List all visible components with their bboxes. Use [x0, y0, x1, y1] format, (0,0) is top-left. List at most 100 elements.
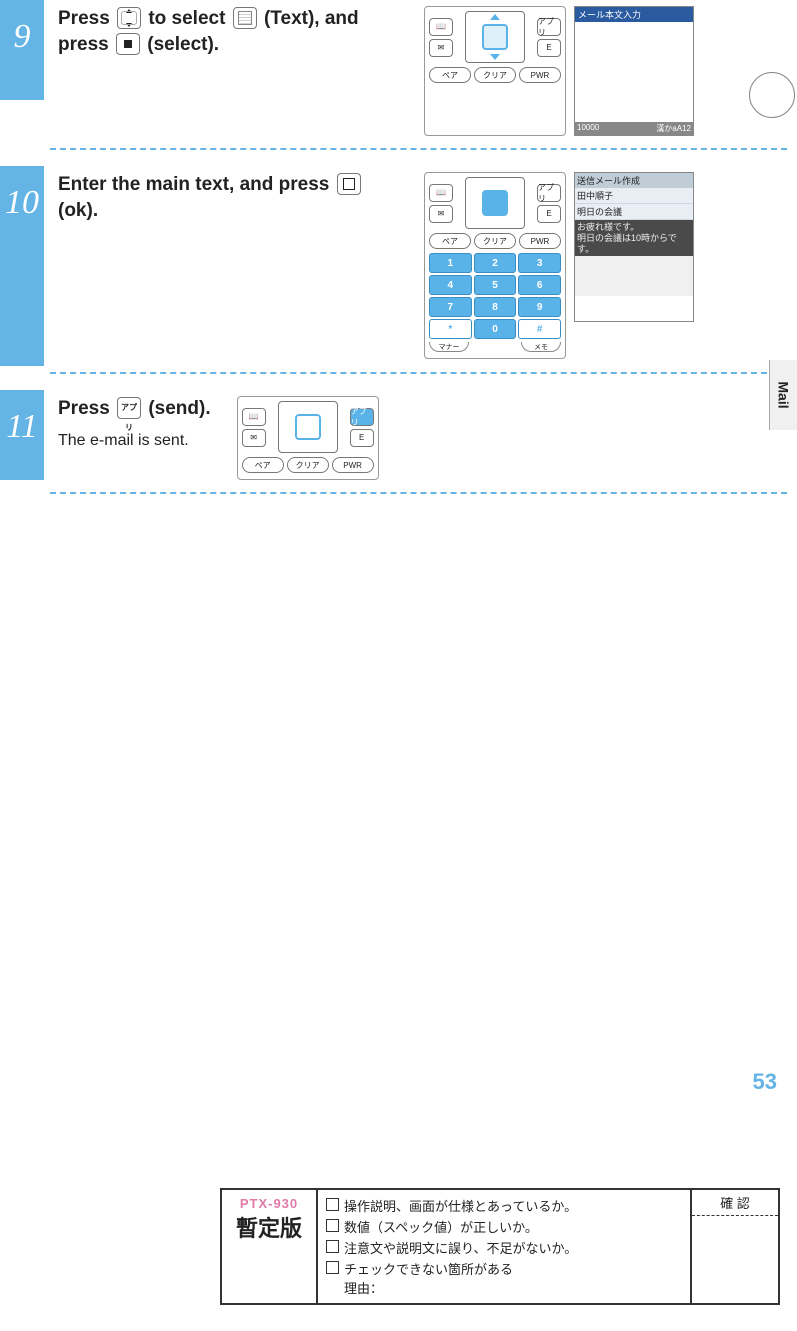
- checklist-item: 注意文や説明文に誤り、不足がないか。: [326, 1238, 682, 1257]
- screen-to: 田中順子: [575, 188, 693, 204]
- txt: (select).: [147, 34, 219, 55]
- checklist-item: 数値（スペック値）が正しいか。: [326, 1217, 682, 1236]
- app-icon: アプリ: [537, 184, 561, 202]
- key-0: 0: [474, 319, 517, 339]
- callout-circle: [749, 72, 795, 118]
- book-icon: 📖: [429, 184, 453, 202]
- phone-screen-10: 送信メール作成 田中順子 明日の会議 お疲れ様です。 明日の会議は10時からです…: [574, 172, 694, 322]
- book-icon: 📖: [242, 408, 266, 426]
- key-hash: #: [518, 319, 561, 339]
- step-9-text: Press to select (Text), and press (selec…: [58, 6, 398, 57]
- step-10: 10 Enter the main text, and press (ok). …: [0, 166, 797, 366]
- pair-key: ペア: [242, 457, 284, 473]
- checklist-label: 操作説明、画面が仕様とあっているか。: [344, 1196, 577, 1215]
- mail-icon: ✉: [429, 205, 453, 223]
- screen-header: 送信メール作成: [575, 173, 693, 188]
- step-number: 10: [0, 166, 44, 366]
- memo-key: メモ: [521, 342, 561, 352]
- step-number: 11: [0, 390, 44, 480]
- mail-icon: ✉: [429, 39, 453, 57]
- key-2: 2: [474, 253, 517, 273]
- step-11-sub: The e-mail is sent.: [58, 432, 211, 450]
- app-icon: アプリ: [537, 18, 561, 36]
- step-separator: [50, 372, 787, 374]
- phone-diagram-10: 📖 ✉ アプリ E ペア: [424, 172, 566, 359]
- step-11: 11 Press アプリ (send). The e-mail is sent.: [0, 390, 797, 486]
- screen-subject: 明日の会議: [575, 204, 693, 220]
- checklist-item: 操作説明、画面が仕様とあっているか。: [326, 1196, 682, 1215]
- select-square-icon: [116, 33, 140, 55]
- model-code: PTX-930: [228, 1196, 310, 1211]
- dpad-up-down-icon: [117, 7, 141, 29]
- e-icon: E: [350, 429, 374, 447]
- phone-diagram-11: 📖 ✉ アプリ E ペア: [237, 396, 379, 480]
- mail-icon: ✉: [242, 429, 266, 447]
- pwr-key: PWR: [519, 67, 561, 83]
- key-1: 1: [429, 253, 472, 273]
- pair-key: ペア: [429, 67, 471, 83]
- key-7: 7: [429, 297, 472, 317]
- side-tab-label: Mail: [776, 381, 792, 408]
- review-box: PTX-930 暫定版 操作説明、画面が仕様とあっているか。 数値（スペック値）…: [220, 1188, 780, 1305]
- confirm-header: 確 認: [692, 1190, 778, 1216]
- checklist-label: チェックできない箇所がある 理由：: [344, 1259, 513, 1297]
- pwr-key: PWR: [519, 233, 561, 249]
- side-tab: Mail: [769, 360, 797, 430]
- pwr-key: PWR: [332, 457, 374, 473]
- clear-key: クリア: [474, 67, 516, 83]
- phone-diagram-9: 📖 ✉ アプリ E: [424, 6, 566, 136]
- step-number: 9: [0, 0, 44, 100]
- book-icon: 📖: [429, 18, 453, 36]
- step-11-text: Press アプリ (send).: [58, 396, 211, 422]
- screen-foot-left: 10000: [577, 123, 599, 134]
- dpad-icon: [465, 11, 525, 63]
- screen-foot-right: 漢かaA12: [656, 123, 691, 134]
- checkbox-icon[interactable]: [326, 1198, 339, 1211]
- phone-screen-9: メール本文入力 10000 漢かaA12: [574, 6, 694, 136]
- key-8: 8: [474, 297, 517, 317]
- checkbox-icon[interactable]: [326, 1261, 339, 1274]
- checklist-label: 数値（スペック値）が正しいか。: [344, 1217, 538, 1236]
- confirm-area: [692, 1216, 778, 1286]
- step-separator: [50, 492, 787, 494]
- key-6: 6: [518, 275, 561, 295]
- pair-key: ペア: [429, 233, 471, 249]
- key-9: 9: [518, 297, 561, 317]
- app-key-icon: アプリ: [117, 397, 141, 419]
- text-doc-icon: [233, 7, 257, 29]
- clear-key: クリア: [474, 233, 516, 249]
- manner-key: マナー: [429, 342, 469, 352]
- key-5: 5: [474, 275, 517, 295]
- e-icon: E: [537, 39, 561, 57]
- step-9: 9 Press to select (Text), and press (sel…: [0, 0, 797, 142]
- key-3: 3: [518, 253, 561, 273]
- txt: (ok).: [58, 200, 98, 221]
- screen-body-dark: お疲れ様です。 明日の会議は10時からです。: [575, 220, 693, 256]
- screen-title: メール本文入力: [575, 7, 693, 22]
- keypad: 1 2 3 4 5 6 7 8 9 * 0 #: [429, 253, 561, 339]
- step-separator: [50, 148, 787, 150]
- clear-key: クリア: [287, 457, 329, 473]
- checkbox-icon[interactable]: [326, 1240, 339, 1253]
- dpad-icon: [465, 177, 525, 229]
- checkbox-icon[interactable]: [326, 1219, 339, 1232]
- screen-body: [575, 22, 693, 122]
- e-icon: E: [537, 205, 561, 223]
- provisional-stamp: 暫定版: [228, 1211, 310, 1243]
- txt: Enter the main text, and press: [58, 174, 335, 195]
- txt: Press: [58, 398, 115, 419]
- key-4: 4: [429, 275, 472, 295]
- checklist-label: 注意文や説明文に誤り、不足がないか。: [344, 1238, 577, 1257]
- review-checklist: 操作説明、画面が仕様とあっているか。 数値（スペック値）が正しいか。 注意文や説…: [318, 1190, 692, 1303]
- txt: (send).: [148, 398, 210, 419]
- dpad-icon: [278, 401, 338, 453]
- txt: Press: [58, 8, 115, 29]
- screen-lower: [575, 256, 693, 296]
- txt: to select: [148, 8, 230, 29]
- page-number: 53: [753, 1069, 777, 1095]
- key-star: *: [429, 319, 472, 339]
- step-10-text: Enter the main text, and press (ok).: [58, 172, 398, 223]
- checklist-item: チェックできない箇所がある 理由：: [326, 1259, 682, 1297]
- ok-square-icon: [337, 173, 361, 195]
- app-icon-highlight: アプリ: [350, 408, 374, 426]
